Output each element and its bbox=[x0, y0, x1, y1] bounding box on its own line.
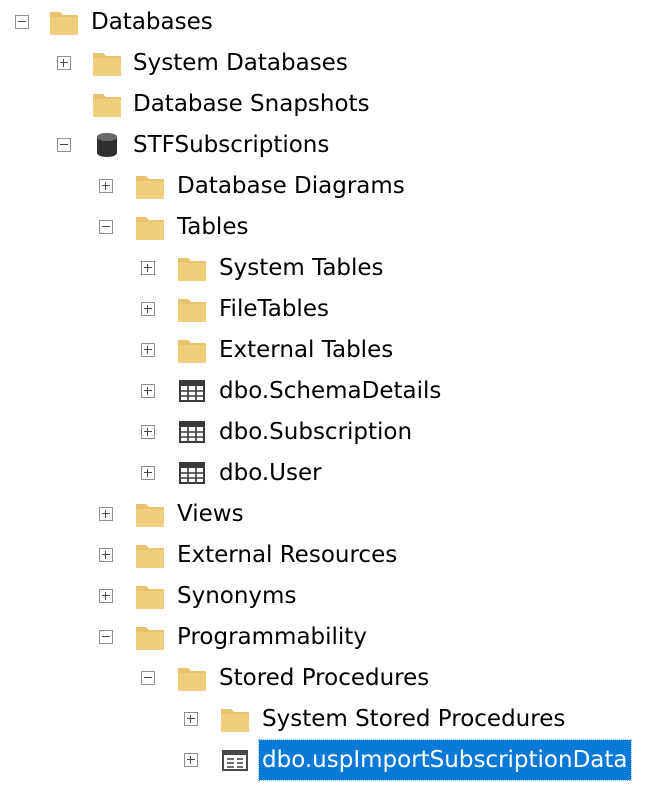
tree-node-stored-procedures[interactable]: Stored Procedures bbox=[0, 658, 652, 698]
folder-icon bbox=[135, 172, 165, 200]
tree-node-views[interactable]: Views bbox=[0, 494, 652, 534]
collapse-toggle[interactable] bbox=[15, 15, 29, 29]
stored-procedure-icon bbox=[220, 746, 250, 774]
folder-icon bbox=[177, 664, 207, 692]
tree-node-label-selected: dbo.uspImportSubscriptionData bbox=[258, 739, 632, 781]
database-icon bbox=[92, 131, 122, 159]
folder-icon bbox=[135, 541, 165, 569]
tree-node-stfsubscriptions[interactable]: STFSubscriptions bbox=[0, 125, 652, 165]
folder-icon bbox=[49, 8, 79, 36]
folder-icon bbox=[220, 705, 250, 733]
tree-node-label: Tables bbox=[177, 214, 249, 240]
folder-icon bbox=[92, 49, 122, 77]
tree-node-label: Databases bbox=[91, 9, 213, 35]
expand-toggle[interactable] bbox=[57, 56, 71, 70]
tree-node-label: Views bbox=[177, 501, 244, 527]
expand-toggle[interactable] bbox=[141, 343, 155, 357]
expand-toggle[interactable] bbox=[99, 507, 113, 521]
expand-toggle[interactable] bbox=[141, 384, 155, 398]
tree-node-label: System Databases bbox=[133, 50, 348, 76]
tree-node-label: System Tables bbox=[219, 255, 384, 281]
tree-node-schema-details[interactable]: dbo.SchemaDetails bbox=[0, 371, 652, 411]
tree-node-user[interactable]: dbo.User bbox=[0, 453, 652, 493]
folder-icon bbox=[135, 582, 165, 610]
folder-icon bbox=[92, 90, 122, 118]
object-explorer-tree: Databases System Databases Database Snap… bbox=[0, 0, 652, 790]
collapse-toggle[interactable] bbox=[57, 138, 71, 152]
tree-node-label: Stored Procedures bbox=[219, 665, 430, 691]
expand-toggle[interactable] bbox=[141, 261, 155, 275]
tree-node-label: dbo.SchemaDetails bbox=[219, 378, 442, 404]
tree-node-label: STFSubscriptions bbox=[133, 132, 330, 158]
table-icon bbox=[177, 418, 207, 446]
tree-node-system-stored-procedures[interactable]: System Stored Procedures bbox=[0, 699, 652, 739]
expand-toggle[interactable] bbox=[99, 179, 113, 193]
tree-node-partial bbox=[0, 781, 652, 790]
tree-node-label: dbo.User bbox=[219, 460, 322, 486]
tree-node-usp-import-subscription-data[interactable]: dbo.uspImportSubscriptionData bbox=[0, 739, 652, 781]
expand-toggle[interactable] bbox=[184, 712, 198, 726]
folder-icon bbox=[135, 623, 165, 651]
tree-node-tables[interactable]: Tables bbox=[0, 207, 652, 247]
folder-icon bbox=[177, 295, 207, 323]
tree-node-label: External Resources bbox=[177, 542, 398, 568]
tree-node-system-tables[interactable]: System Tables bbox=[0, 248, 652, 288]
table-icon bbox=[177, 459, 207, 487]
expand-toggle[interactable] bbox=[184, 753, 198, 767]
folder-icon bbox=[135, 500, 165, 528]
tree-node-database-snapshots[interactable]: Database Snapshots bbox=[0, 84, 652, 124]
tree-node-label: Database Snapshots bbox=[133, 91, 370, 117]
folder-icon bbox=[135, 213, 165, 241]
tree-node-label: Programmability bbox=[177, 624, 367, 650]
tree-node-label: System Stored Procedures bbox=[262, 706, 566, 732]
expand-toggle[interactable] bbox=[99, 548, 113, 562]
tree-node-label: FileTables bbox=[219, 296, 329, 322]
folder-icon bbox=[177, 254, 207, 282]
collapse-toggle[interactable] bbox=[141, 671, 155, 685]
folder-icon bbox=[177, 336, 207, 364]
expand-toggle[interactable] bbox=[99, 589, 113, 603]
tree-node-label: External Tables bbox=[219, 337, 394, 363]
tree-node-programmability[interactable]: Programmability bbox=[0, 617, 652, 657]
tree-node-external-resources[interactable]: External Resources bbox=[0, 535, 652, 575]
tree-node-synonyms[interactable]: Synonyms bbox=[0, 576, 652, 616]
expand-toggle[interactable] bbox=[141, 466, 155, 480]
tree-node-external-tables[interactable]: External Tables bbox=[0, 330, 652, 370]
table-icon bbox=[177, 377, 207, 405]
expand-toggle[interactable] bbox=[141, 425, 155, 439]
expand-toggle[interactable] bbox=[141, 302, 155, 316]
tree-node-label: dbo.Subscription bbox=[219, 419, 413, 445]
tree-node-subscription[interactable]: dbo.Subscription bbox=[0, 412, 652, 452]
tree-node-filetables[interactable]: FileTables bbox=[0, 289, 652, 329]
tree-node-label: Database Diagrams bbox=[177, 173, 405, 199]
collapse-toggle[interactable] bbox=[99, 630, 113, 644]
tree-node-databases[interactable]: Databases bbox=[0, 2, 652, 42]
tree-node-label: Synonyms bbox=[177, 583, 297, 609]
collapse-toggle[interactable] bbox=[99, 220, 113, 234]
tree-node-system-databases[interactable]: System Databases bbox=[0, 43, 652, 83]
tree-node-database-diagrams[interactable]: Database Diagrams bbox=[0, 166, 652, 206]
